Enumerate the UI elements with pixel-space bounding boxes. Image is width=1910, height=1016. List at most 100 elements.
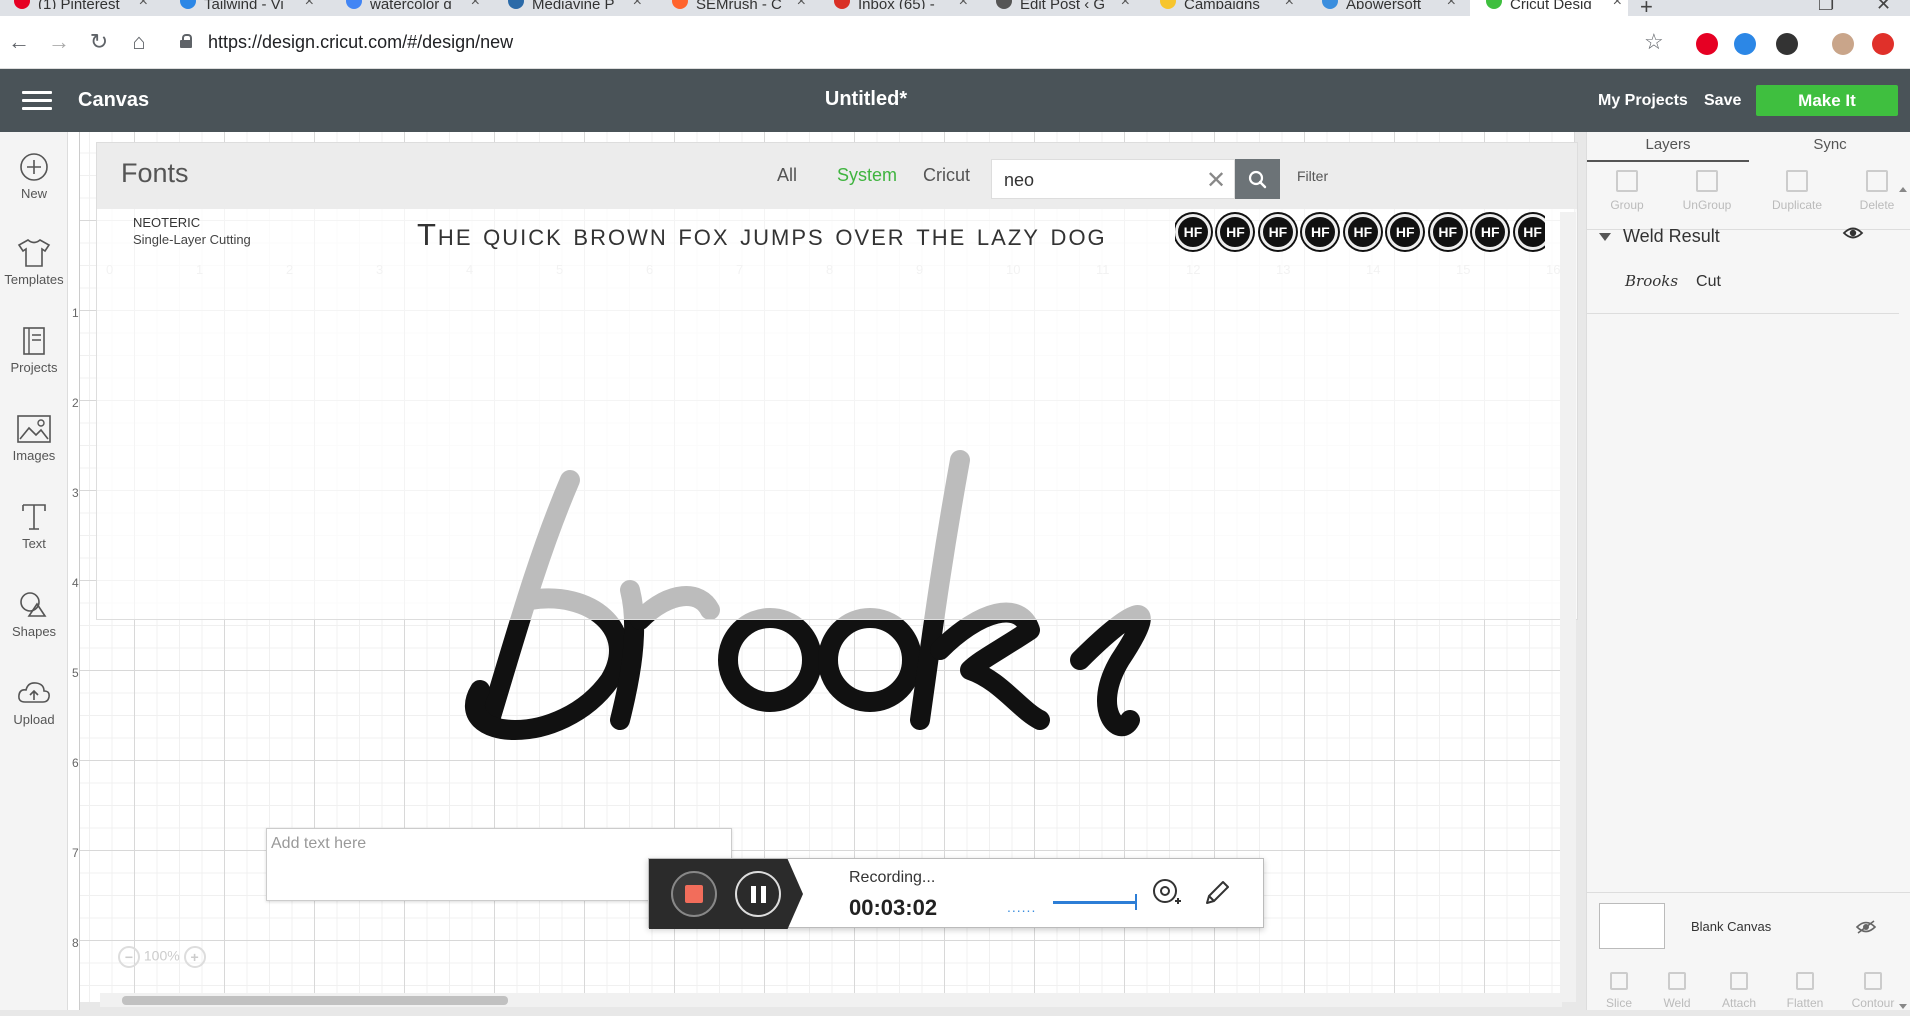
ungroup-button[interactable]: UnGroup: [1667, 170, 1747, 212]
close-tab-icon[interactable]: ×: [797, 0, 806, 10]
flatten-button[interactable]: Flatten: [1775, 972, 1835, 1010]
browser-tab-campaigns[interactable]: Campaigns ×: [1160, 0, 1300, 16]
semrush-icon: [672, 0, 688, 9]
browser-tab-semrush[interactable]: SEMrush - C ×: [672, 0, 812, 16]
sidebar-item-images[interactable]: Images: [0, 414, 68, 463]
pinterest-icon: [14, 0, 30, 9]
restore-window-icon[interactable]: ❐: [1818, 0, 1834, 15]
sidebar-item-projects[interactable]: Projects: [0, 326, 68, 375]
sidebar-item-shapes[interactable]: Shapes: [0, 590, 68, 639]
browser-tab-google[interactable]: watercolor g ×: [346, 0, 486, 16]
close-tab-icon[interactable]: ×: [1613, 0, 1622, 10]
stop-recording-button[interactable]: [671, 871, 717, 917]
new-tab-button[interactable]: +: [1640, 0, 1653, 16]
browser-tab-apowersoft[interactable]: Apowersoft ×: [1322, 0, 1462, 16]
group-button[interactable]: Group: [1587, 170, 1667, 212]
collapse-caret-icon[interactable]: [1599, 233, 1611, 242]
layer-operation-label: Cut: [1696, 273, 1721, 290]
weld-button[interactable]: Weld: [1647, 972, 1707, 1010]
tailwind-extension-icon[interactable]: [1734, 33, 1756, 55]
fonts-panel: Fonts All System Cricut neo ✕ Filter NEO…: [96, 142, 1578, 620]
layer-thumbnail: Brooks: [1625, 272, 1679, 290]
pause-recording-button[interactable]: [735, 871, 781, 917]
canvas-vertical-scrollbar[interactable]: [1560, 212, 1576, 1002]
layer-group-name: Weld Result: [1623, 226, 1720, 246]
browser-tab-pinterest[interactable]: (1) Pinterest ×: [14, 0, 154, 16]
webcam-icon[interactable]: [1151, 877, 1183, 909]
pencil-icon[interactable]: [1201, 877, 1233, 909]
cloud-upload-icon: [18, 682, 50, 703]
tab-system[interactable]: System: [837, 165, 897, 186]
sidebar-item-text[interactable]: Text: [0, 502, 68, 551]
cricut-icon: [1486, 0, 1502, 9]
home-icon[interactable]: ⌂: [126, 29, 152, 55]
sidebar-item-new[interactable]: New: [0, 152, 68, 201]
ruler-number: 6: [72, 756, 79, 770]
close-tab-icon[interactable]: ×: [471, 0, 480, 10]
close-tab-icon[interactable]: ×: [633, 0, 642, 10]
layer-group-weld-result[interactable]: Weld Result: [1599, 226, 1720, 247]
url-field[interactable]: https://design.cricut.com/#/design/new: [168, 24, 1658, 60]
hidden-eye-icon[interactable]: [1855, 919, 1877, 935]
close-tab-icon[interactable]: ×: [305, 0, 314, 10]
forward-icon[interactable]: →: [46, 29, 72, 55]
browser-tab-cricut[interactable]: Cricut Desig ×: [1470, 0, 1628, 16]
zoom-in-button[interactable]: +: [183, 946, 206, 968]
font-search-input[interactable]: neo ✕: [991, 159, 1235, 199]
tab-layers[interactable]: Layers: [1587, 136, 1749, 162]
tab-sync[interactable]: Sync: [1749, 136, 1910, 153]
close-tab-icon[interactable]: ×: [1121, 0, 1130, 10]
browser-tab-edit-post[interactable]: Edit Post ‹ G ×: [996, 0, 1136, 16]
volume-slider[interactable]: [1053, 894, 1137, 910]
reload-icon[interactable]: ↻: [86, 29, 112, 55]
browser-tab-gmail[interactable]: Inbox (65) - ×: [834, 0, 974, 16]
close-tab-icon[interactable]: ×: [139, 0, 148, 10]
browser-tab-tailwind[interactable]: Tailwind - Vi ×: [180, 0, 320, 16]
attach-button[interactable]: Attach: [1709, 972, 1769, 1010]
tab-cricut[interactable]: Cricut: [923, 165, 970, 186]
ruler-number: 5: [72, 666, 79, 680]
extension-icon[interactable]: [1776, 33, 1798, 55]
visibility-eye-icon[interactable]: [1842, 226, 1864, 240]
my-projects-link[interactable]: My Projects: [1598, 92, 1688, 110]
horizontal-scroll-thumb[interactable]: [122, 996, 508, 1005]
ruler-number: 8: [72, 936, 79, 950]
profile-avatar[interactable]: [1832, 33, 1854, 55]
sidebar-item-label: Projects: [10, 360, 58, 375]
font-name: NEOTERIC: [133, 215, 201, 230]
close-window-icon[interactable]: ✕: [1876, 0, 1891, 15]
bookmark-star-icon[interactable]: ☆: [1644, 29, 1664, 55]
layer-row[interactable]: Brooks Cut: [1625, 272, 1721, 291]
duplicate-button[interactable]: Duplicate: [1757, 170, 1837, 212]
filter-button[interactable]: Filter: [1297, 168, 1328, 184]
close-tab-icon[interactable]: ×: [959, 0, 968, 10]
plus-circle-icon: [20, 153, 48, 181]
tab-all[interactable]: All: [777, 165, 797, 186]
slice-button[interactable]: Slice: [1589, 972, 1649, 1010]
sidebar-item-upload[interactable]: Upload: [0, 678, 68, 727]
glyph-preview: HF: [1302, 214, 1339, 250]
sidebar-item-templates[interactable]: Templates: [0, 238, 68, 287]
document-title[interactable]: Untitled*: [0, 88, 1732, 111]
canvas-horizontal-scrollbar[interactable]: [100, 993, 1562, 1007]
clear-search-icon[interactable]: ✕: [1206, 166, 1226, 195]
make-it-button[interactable]: Make It: [1756, 85, 1898, 116]
pinterest-extension-icon[interactable]: [1696, 33, 1718, 55]
divider: [1587, 313, 1899, 314]
canvas-color-swatch[interactable]: [1599, 903, 1665, 949]
blank-canvas-row[interactable]: Blank Canvas: [1587, 892, 1910, 964]
search-button[interactable]: [1235, 159, 1280, 199]
text-entry-placeholder: Add text here: [271, 835, 367, 852]
close-tab-icon[interactable]: ×: [1447, 0, 1456, 10]
contour-button[interactable]: Contour: [1843, 972, 1903, 1010]
url-text: https://design.cricut.com/#/design/new: [208, 32, 514, 52]
zoom-out-button[interactable]: −: [118, 946, 140, 968]
sidebar-item-label: Templates: [4, 272, 64, 287]
browser-tab-mediavine[interactable]: Mediavine P ×: [508, 0, 648, 16]
extension-icon[interactable]: [1872, 33, 1894, 55]
font-search-value: neo: [1004, 170, 1035, 190]
close-tab-icon[interactable]: ×: [1285, 0, 1294, 10]
back-icon[interactable]: ←: [6, 29, 32, 55]
ruler-number: 3: [72, 486, 79, 500]
save-button[interactable]: Save: [1704, 92, 1741, 110]
